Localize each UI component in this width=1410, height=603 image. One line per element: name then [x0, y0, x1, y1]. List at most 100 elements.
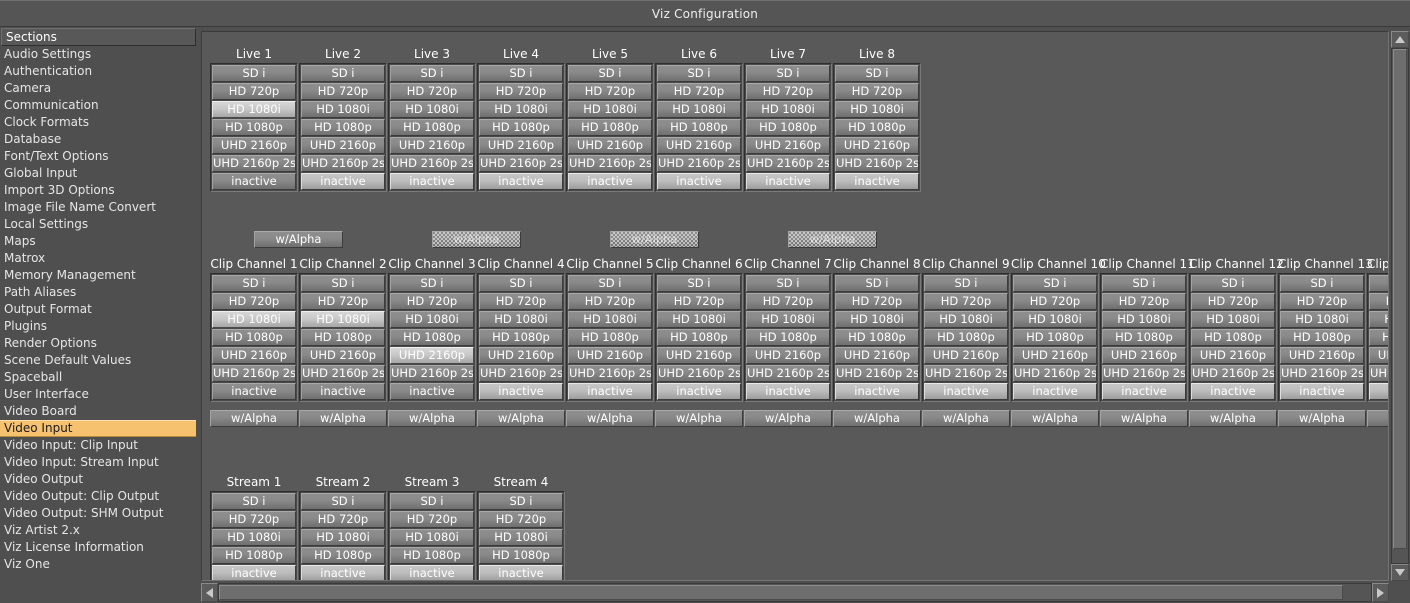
format-button-hd-1080i[interactable]: HD 1080i	[746, 101, 830, 118]
format-button-uhd-2160p[interactable]: UHD 2160p	[657, 137, 741, 154]
sidebar-item-local-settings[interactable]: Local Settings	[0, 216, 197, 233]
sidebar-item-viz-one[interactable]: Viz One	[0, 556, 197, 573]
format-button-hd-1080i[interactable]: HD 1080i	[479, 529, 563, 546]
format-button-uhd-2160p-2si[interactable]: UHD 2160p 2si	[1191, 365, 1275, 382]
format-button-hd-1080p[interactable]: HD 1080p	[568, 329, 652, 346]
sidebar-item-viz-artist-2-x[interactable]: Viz Artist 2.x	[0, 522, 197, 539]
format-button-sd-i[interactable]: SD i	[568, 65, 652, 82]
format-button-inactive[interactable]: inactive	[835, 173, 919, 190]
format-button-uhd-2160p[interactable]: UHD 2160p	[1102, 347, 1186, 364]
format-button-hd-720p[interactable]: HD 720p	[301, 511, 385, 528]
format-button-hd-1080i[interactable]: HD 1080i	[479, 101, 563, 118]
horizontal-scroll-thumb[interactable]	[219, 585, 1343, 600]
format-button-uhd-2160p-2si[interactable]: UHD 2160p 2si	[568, 155, 652, 172]
format-button-hd-720p[interactable]: HD 720p	[568, 293, 652, 310]
format-button-hd-1080i[interactable]: HD 1080i	[390, 311, 474, 328]
format-button-hd-1080p[interactable]: HD 1080p	[746, 119, 830, 136]
sidebar-item-output-format[interactable]: Output Format	[0, 301, 197, 318]
format-button-sd-i[interactable]: SD i	[657, 65, 741, 82]
sidebar-item-image-file-name-convert[interactable]: Image File Name Convert	[0, 199, 197, 216]
format-button-hd-1080p[interactable]: HD 1080p	[479, 119, 563, 136]
format-button-hd-1080i[interactable]: HD 1080i	[479, 311, 563, 328]
format-button-hd-1080p[interactable]: HD 1080p	[835, 329, 919, 346]
format-button-uhd-2160p[interactable]: UHD 2160p	[746, 347, 830, 364]
format-button-hd-720p[interactable]: HD 720p	[1013, 293, 1097, 310]
format-button-hd-1080i[interactable]: HD 1080i	[390, 101, 474, 118]
format-button-sd-i[interactable]: SD i	[1369, 275, 1388, 292]
format-button-uhd-2160p-2si[interactable]: UHD 2160p 2si	[924, 365, 1008, 382]
format-button-sd-i[interactable]: SD i	[301, 275, 385, 292]
format-button-inactive[interactable]: inactive	[390, 173, 474, 190]
format-button-hd-720p[interactable]: HD 720p	[301, 293, 385, 310]
format-button-uhd-2160p[interactable]: UHD 2160p	[568, 137, 652, 154]
format-button-hd-720p[interactable]: HD 720p	[657, 83, 741, 100]
format-button-hd-720p[interactable]: HD 720p	[835, 83, 919, 100]
format-button-inactive[interactable]: inactive	[301, 565, 385, 580]
format-button-hd-720p[interactable]: HD 720p	[1102, 293, 1186, 310]
format-button-uhd-2160p-2si[interactable]: UHD 2160p 2si	[212, 365, 296, 382]
format-button-hd-1080p[interactable]: HD 1080p	[568, 119, 652, 136]
format-button-uhd-2160p-2si[interactable]: UHD 2160p 2si	[1102, 365, 1186, 382]
format-button-uhd-2160p-2si[interactable]: UHD 2160p 2si	[390, 365, 474, 382]
format-button-hd-720p[interactable]: HD 720p	[212, 511, 296, 528]
format-button-inactive[interactable]: inactive	[479, 173, 563, 190]
format-button-hd-1080i[interactable]: HD 1080i	[301, 311, 385, 328]
format-button-hd-1080p[interactable]: HD 1080p	[212, 329, 296, 346]
format-button-inactive[interactable]: inactive	[746, 173, 830, 190]
format-button-uhd-2160p-2si[interactable]: UHD 2160p 2si	[479, 365, 563, 382]
format-button-uhd-2160p-2si[interactable]: UHD 2160p 2si	[657, 155, 741, 172]
format-button-uhd-2160p[interactable]: UHD 2160p	[479, 347, 563, 364]
format-button-sd-i[interactable]: SD i	[746, 65, 830, 82]
format-button-uhd-2160p[interactable]: UHD 2160p	[924, 347, 1008, 364]
format-button-uhd-2160p-2si[interactable]: UHD 2160p 2si	[1013, 365, 1097, 382]
format-button-hd-1080p[interactable]: HD 1080p	[390, 329, 474, 346]
format-button-hd-720p[interactable]: HD 720p	[1369, 293, 1388, 310]
with-alpha-button[interactable]: w/Alpha	[833, 410, 921, 427]
scroll-left-button[interactable]	[201, 583, 218, 602]
format-button-hd-1080p[interactable]: HD 1080p	[301, 119, 385, 136]
with-alpha-button[interactable]: w/Alpha	[388, 410, 476, 427]
format-button-hd-1080p[interactable]: HD 1080p	[835, 119, 919, 136]
scroll-right-button[interactable]	[1372, 583, 1389, 602]
format-button-sd-i[interactable]: SD i	[390, 65, 474, 82]
format-button-hd-1080p[interactable]: HD 1080p	[301, 329, 385, 346]
sidebar-item-render-options[interactable]: Render Options	[0, 335, 197, 352]
format-button-hd-1080p[interactable]: HD 1080p	[212, 119, 296, 136]
format-button-uhd-2160p[interactable]: UHD 2160p	[212, 347, 296, 364]
sidebar-item-scene-default-values[interactable]: Scene Default Values	[0, 352, 197, 369]
with-alpha-button[interactable]: w/Alpha	[922, 410, 1010, 427]
format-button-sd-i[interactable]: SD i	[746, 275, 830, 292]
sidebar-item-path-aliases[interactable]: Path Aliases	[0, 284, 197, 301]
format-button-inactive[interactable]: inactive	[1191, 383, 1275, 400]
sidebar-item-authentication[interactable]: Authentication	[0, 63, 197, 80]
format-button-sd-i[interactable]: SD i	[479, 493, 563, 510]
format-button-sd-i[interactable]: SD i	[657, 275, 741, 292]
sidebar-item-camera[interactable]: Camera	[0, 80, 197, 97]
format-button-hd-1080p[interactable]: HD 1080p	[1191, 329, 1275, 346]
format-button-hd-1080i[interactable]: HD 1080i	[212, 101, 296, 118]
with-alpha-button[interactable]: w/Alpha	[299, 410, 387, 427]
format-button-inactive[interactable]: inactive	[1102, 383, 1186, 400]
format-button-hd-1080p[interactable]: HD 1080p	[657, 329, 741, 346]
format-button-inactive[interactable]: inactive	[568, 383, 652, 400]
format-button-hd-720p[interactable]: HD 720p	[212, 293, 296, 310]
format-button-sd-i[interactable]: SD i	[212, 493, 296, 510]
format-button-inactive[interactable]: inactive	[212, 565, 296, 580]
format-button-uhd-2160p[interactable]: UHD 2160p	[1369, 347, 1388, 364]
format-button-inactive[interactable]: inactive	[746, 383, 830, 400]
with-alpha-button[interactable]: w/Alpha	[210, 410, 298, 427]
sidebar-item-global-input[interactable]: Global Input	[0, 165, 197, 182]
sidebar-item-font-text-options[interactable]: Font/Text Options	[0, 148, 197, 165]
sidebar-item-video-input-stream-input[interactable]: Video Input: Stream Input	[0, 454, 197, 471]
format-button-hd-720p[interactable]: HD 720p	[479, 83, 563, 100]
with-alpha-button[interactable]: w/Alpha	[1011, 410, 1099, 427]
format-button-hd-1080p[interactable]: HD 1080p	[212, 547, 296, 564]
format-button-hd-1080i[interactable]: HD 1080i	[1191, 311, 1275, 328]
format-button-hd-1080p[interactable]: HD 1080p	[657, 119, 741, 136]
format-button-hd-1080i[interactable]: HD 1080i	[212, 529, 296, 546]
format-button-inactive[interactable]: inactive	[924, 383, 1008, 400]
format-button-sd-i[interactable]: SD i	[301, 493, 385, 510]
sidebar-item-clock-formats[interactable]: Clock Formats	[0, 114, 197, 131]
with-alpha-button[interactable]: w/Alpha	[1278, 410, 1366, 427]
format-button-sd-i[interactable]: SD i	[390, 275, 474, 292]
